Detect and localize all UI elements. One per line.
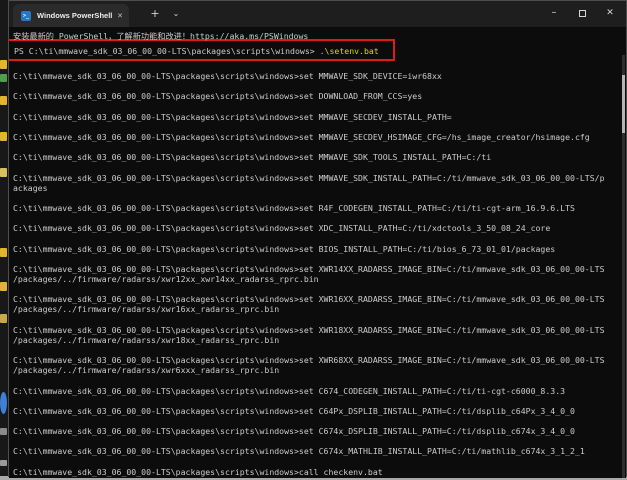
minimize-button[interactable]: –	[540, 1, 568, 27]
tab-title: Windows PowerShell	[37, 11, 113, 20]
terminal-line: C:\ti\mmwave_sdk_03_06_00_00-LTS\package…	[13, 71, 442, 82]
desktop-icon-fragment	[0, 132, 7, 141]
maximize-icon	[578, 10, 586, 17]
terminal-line: /packages/../firmware/radarss/xwr6xxx_ra…	[13, 365, 280, 376]
tab-windows-powershell[interactable]: >_ Windows PowerShell ✕	[13, 4, 129, 27]
terminal-window: >_ Windows PowerShell ✕ + ⌄ – ✕ 安装最新的 Po…	[8, 0, 627, 478]
new-tab-button[interactable]: +	[145, 1, 165, 27]
terminal-line: C:\ti\mmwave_sdk_03_06_00_00-LTS\package…	[13, 355, 605, 366]
highlight-box: PS C:\ti\mmwave_sdk_03_06_00_00-LTS\pack…	[9, 39, 395, 61]
desktop-icon-fragment	[0, 460, 7, 466]
terminal-line: C:\ti\mmwave_sdk_03_06_00_00-LTS\package…	[13, 202, 575, 213]
desktop-icon-fragment	[0, 314, 7, 323]
desktop-icon-fragment	[0, 168, 7, 177]
terminal-line: C:\ti\mmwave_sdk_03_06_00_00-LTS\package…	[13, 294, 605, 305]
terminal-line: /packages/../firmware/radarss/xwr12xx_xw…	[13, 273, 319, 284]
terminal-line: C:\ti\mmwave_sdk_03_06_00_00-LTS\package…	[13, 243, 556, 254]
terminal-line: C:\ti\mmwave_sdk_03_06_00_00-LTS\package…	[13, 152, 492, 163]
terminal-line: C:\ti\mmwave_sdk_03_06_00_00-LTS\package…	[13, 446, 585, 457]
desktop-icon-fragment	[0, 428, 7, 435]
scrollbar-thumb[interactable]	[622, 75, 625, 133]
desktop-icon-fragment	[0, 60, 7, 69]
terminal-line: C:\ti\mmwave_sdk_03_06_00_00-LTS\package…	[13, 385, 566, 396]
terminal-line: C:\ti\mmwave_sdk_03_06_00_00-LTS\package…	[13, 466, 383, 477]
prompt-text: PS C:\ti\mmwave_sdk_03_06_00_00-LTS\pack…	[14, 46, 320, 56]
desktop-icon-fragment	[0, 248, 7, 257]
terminal-line: ackages	[13, 182, 48, 193]
desktop-icon-fragment	[0, 74, 7, 82]
powershell-icon: >_	[21, 10, 31, 21]
terminal-line: C:\ti\mmwave_sdk_03_06_00_00-LTS\package…	[13, 426, 575, 437]
desktop-icon-fragment	[0, 392, 7, 414]
title-bar[interactable]: >_ Windows PowerShell ✕ + ⌄ – ✕	[9, 1, 626, 27]
terminal-content[interactable]: 安装最新的 PowerShell，了解新功能和改进！https://aka.ms…	[9, 27, 626, 478]
close-button[interactable]: ✕	[596, 1, 624, 27]
tab-close-icon[interactable]: ✕	[117, 12, 123, 20]
terminal-line: C:\ti\mmwave_sdk_03_06_00_00-LTS\package…	[13, 405, 575, 416]
terminal-line: C:\ti\mmwave_sdk_03_06_00_00-LTS\package…	[13, 223, 551, 234]
terminal-line: C:\ti\mmwave_sdk_03_06_00_00-LTS\package…	[13, 91, 423, 102]
terminal-line: C:\ti\mmwave_sdk_03_06_00_00-LTS\package…	[13, 263, 605, 274]
terminal-line: /packages/../firmware/radarss/xwr18xx_ra…	[13, 334, 280, 345]
command-text: .\setenv.bat	[319, 46, 379, 56]
tab-dropdown-icon[interactable]: ⌄	[167, 1, 185, 27]
desktop-icon-fragment	[0, 96, 7, 105]
maximize-button[interactable]	[568, 1, 596, 27]
terminal-line: /packages/../firmware/radarss/xwr16xx_ra…	[13, 304, 280, 315]
terminal-line: C:\ti\mmwave_sdk_03_06_00_00-LTS\package…	[13, 111, 452, 122]
desktop-icon-fragment	[0, 282, 7, 291]
terminal-line: C:\ti\mmwave_sdk_03_06_00_00-LTS\package…	[13, 172, 605, 183]
terminal-line: C:\ti\mmwave_sdk_03_06_00_00-LTS\package…	[13, 131, 590, 142]
terminal-line: C:\ti\mmwave_sdk_03_06_00_00-LTS\package…	[13, 324, 605, 335]
terminal-output: C:\ti\mmwave_sdk_03_06_00_00-LTS\package…	[13, 61, 626, 477]
